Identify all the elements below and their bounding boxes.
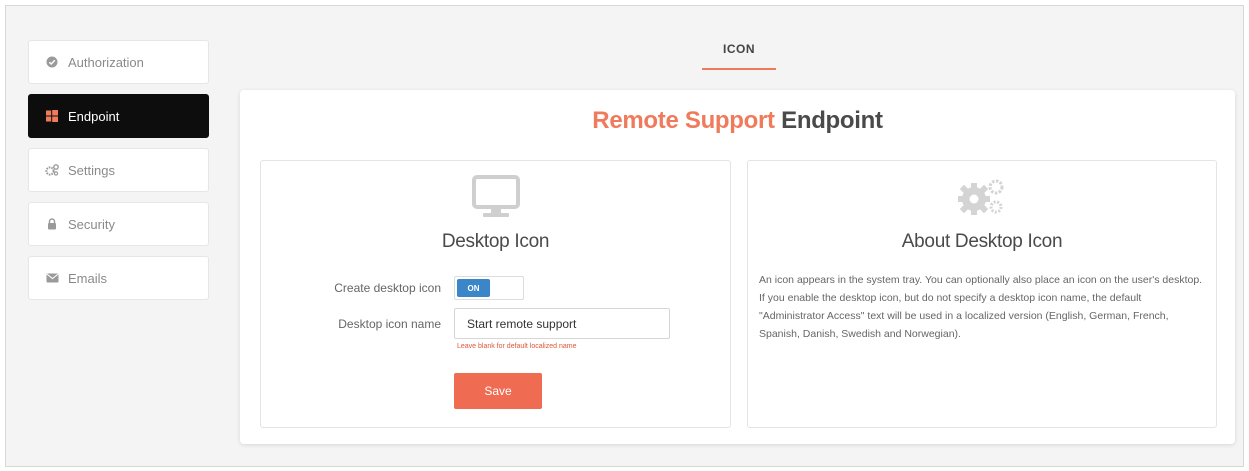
endpoint-card: Remote Support Endpoint Desktop Icon Cre… bbox=[240, 90, 1235, 444]
sidebar-item-endpoint[interactable]: Endpoint bbox=[28, 94, 209, 138]
create-desktop-icon-toggle[interactable]: ON bbox=[454, 276, 524, 300]
tab-icon[interactable]: ICON bbox=[702, 34, 776, 70]
desktop-icon-name-label: Desktop icon name bbox=[338, 317, 441, 331]
desktop-icon-title: Desktop Icon bbox=[441, 231, 550, 252]
page-title: Remote Support Endpoint bbox=[240, 107, 1235, 135]
sidebar-item-authorization[interactable]: Authorization bbox=[28, 40, 209, 84]
about-desktop-icon-text: An icon appears in the system tray. You … bbox=[759, 274, 1203, 340]
gears-icon bbox=[954, 175, 1010, 224]
title-rest: Endpoint bbox=[781, 107, 883, 134]
sidebar-item-label: Settings bbox=[68, 162, 115, 178]
title-accent: Remote Support bbox=[592, 107, 775, 134]
sidebar-item-label: Authorization bbox=[68, 54, 144, 70]
sidebar-item-emails[interactable]: Emails bbox=[28, 256, 209, 300]
sidebar-item-label: Emails bbox=[68, 270, 108, 286]
desktop-icon-panel: Desktop Icon Create desktop icon ON Desk… bbox=[260, 160, 731, 428]
sidebar-item-security[interactable]: Security bbox=[28, 202, 209, 246]
gears-icon bbox=[45, 163, 59, 177]
desktop-icon-name-input[interactable] bbox=[454, 308, 670, 339]
desktop-icon-name-hint: Leave blank for default localized name bbox=[457, 343, 577, 350]
sidebar-item-settings[interactable]: Settings bbox=[28, 148, 209, 192]
create-desktop-icon-label: Create desktop icon bbox=[334, 281, 441, 295]
save-button[interactable]: Save bbox=[454, 373, 542, 409]
lock-icon bbox=[45, 217, 59, 231]
toggle-on-indicator: ON bbox=[457, 279, 490, 297]
about-desktop-icon-title: About Desktop Icon bbox=[901, 231, 1063, 252]
windows-icon bbox=[45, 109, 59, 123]
sidebar-item-label: Security bbox=[68, 216, 115, 232]
envelope-icon bbox=[45, 271, 59, 285]
about-desktop-icon-panel: About Desktop Icon An icon appears in th… bbox=[747, 160, 1217, 428]
sidebar-item-label: Endpoint bbox=[68, 108, 120, 124]
app-frame: Authorization Endpoint Settings Security… bbox=[5, 5, 1244, 467]
desktop-icon bbox=[471, 175, 521, 224]
check-circle-icon bbox=[45, 55, 59, 69]
sidebar: Authorization Endpoint Settings Security… bbox=[28, 40, 209, 310]
